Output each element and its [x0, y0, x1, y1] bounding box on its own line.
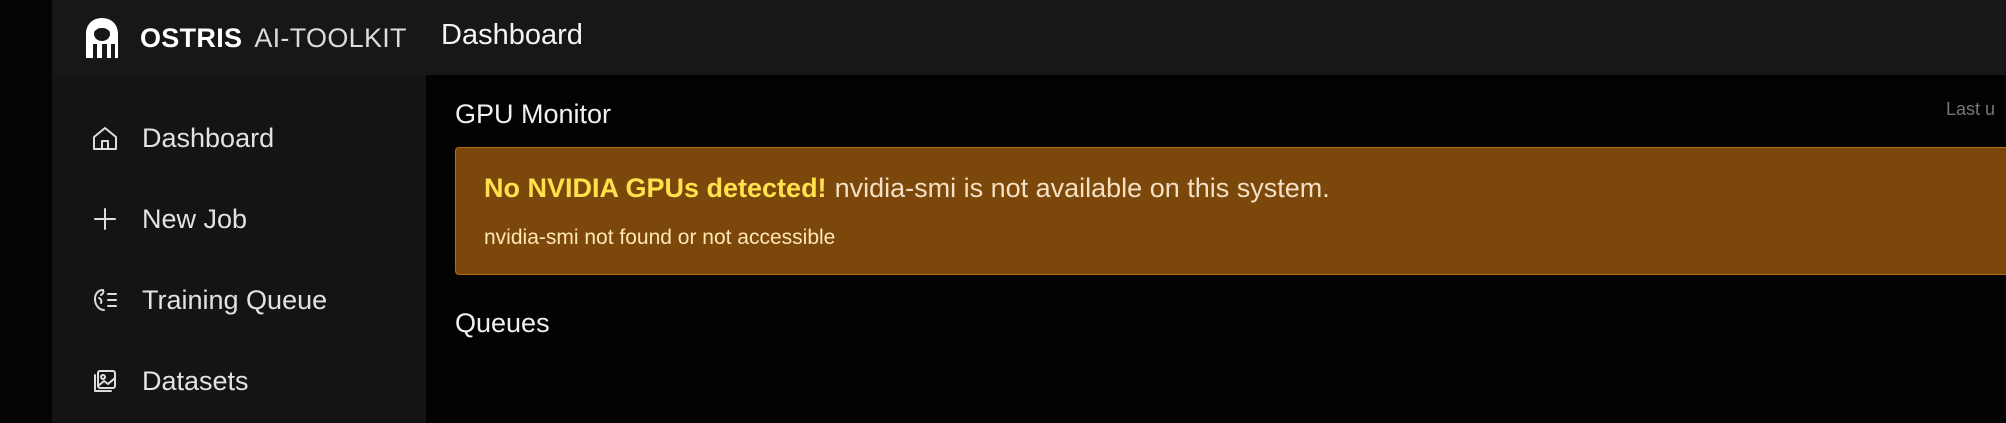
top-bar: OSTRIS AI-TOOLKIT Dashboard — [52, 0, 2006, 75]
ostris-logo-icon — [82, 16, 122, 60]
page-title: Dashboard — [441, 19, 583, 51]
sidebar: Dashboard New Job Training Queue Dataset… — [52, 75, 426, 423]
training-queue-icon — [90, 285, 120, 315]
application-window: OSTRIS AI-TOOLKIT Dashboard Dashboard Ne… — [52, 0, 2006, 423]
last-updated-label: Last u — [1946, 99, 1996, 119]
screen-frame: OSTRIS AI-TOOLKIT Dashboard Dashboard Ne… — [0, 0, 2006, 423]
sidebar-item-datasets[interactable]: Datasets — [90, 357, 249, 405]
alert-main-text: No NVIDIA GPUs detected! nvidia-smi is no… — [484, 173, 1330, 204]
sidebar-item-label: New Job — [142, 203, 248, 234]
gpu-monitor-title: GPU Monitor — [455, 99, 612, 129]
sidebar-item-label: Dashboard — [142, 122, 275, 153]
plus-icon — [90, 204, 120, 234]
brand-name-strong: OSTRIS — [140, 22, 243, 53]
sidebar-item-label: Training Queue — [142, 284, 328, 315]
sidebar-item-label: Datasets — [142, 365, 249, 396]
sidebar-item-new-job[interactable]: New Job — [90, 195, 247, 243]
brand-name-light: AI-TOOLKIT — [254, 22, 407, 53]
gpu-warning-alert: No NVIDIA GPUs detected! nvidia-smi is no… — [455, 147, 2006, 275]
alert-message: nvidia-smi is not available on this syst… — [834, 173, 1330, 203]
alert-heading: No NVIDIA GPUs detected! — [484, 173, 827, 203]
image-icon — [90, 366, 120, 396]
main-content: GPU Monitor Last u No NVIDIA GPUs detect… — [426, 75, 2006, 423]
queues-title: Queues — [455, 308, 550, 338]
brand[interactable]: OSTRIS AI-TOOLKIT — [82, 18, 407, 58]
alert-detail: nvidia-smi not found or not accessible — [484, 226, 836, 249]
sidebar-item-training-queue[interactable]: Training Queue — [90, 276, 327, 324]
brand-name: OSTRIS AI-TOOLKIT — [140, 23, 407, 54]
sidebar-item-dashboard[interactable]: Dashboard — [90, 114, 274, 162]
home-icon — [90, 123, 120, 153]
